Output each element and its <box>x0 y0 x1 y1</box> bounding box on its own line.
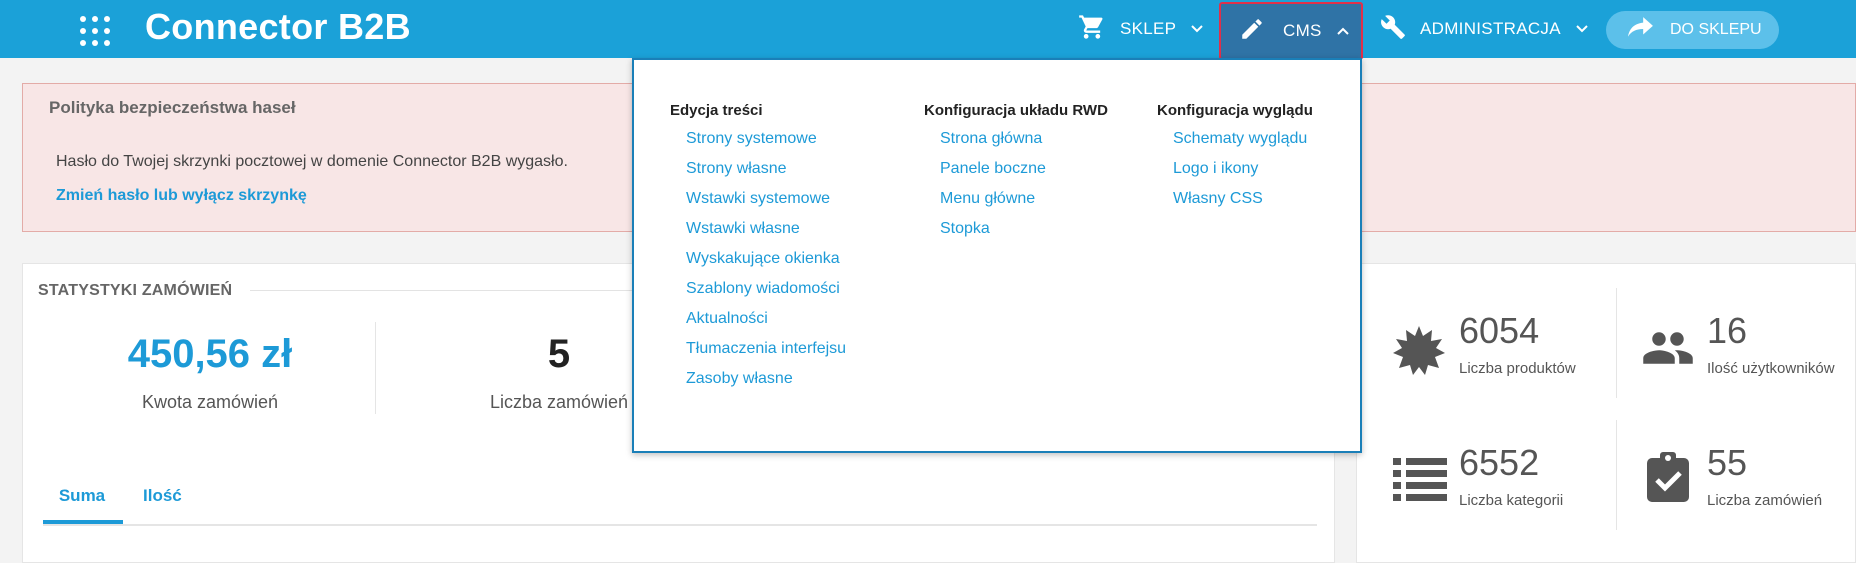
list-icon <box>1393 456 1447 509</box>
cms-column-content: Edycja treści Strony systemowe Strony wł… <box>670 102 846 399</box>
column-heading: Konfiguracja wyglądu <box>1157 102 1313 119</box>
cart-icon <box>1078 13 1106 46</box>
nav-administracja-label: ADMINISTRACJA <box>1420 19 1561 38</box>
menu-item[interactable]: Panele boczne <box>924 159 1108 189</box>
tile-orders-label: Liczba zamówień <box>1707 492 1823 509</box>
tile-orders-value: 55 <box>1707 442 1748 483</box>
chevron-down-icon <box>1575 19 1589 39</box>
pencil-icon <box>1239 16 1265 47</box>
brand-logo[interactable]: Connector B2B <box>145 6 411 48</box>
order-amount-label: Kwota zamówień <box>141 392 279 412</box>
summary-tiles-panel: 6054 Liczba produktów 16 Ilość użytkowni… <box>1356 263 1856 563</box>
cms-column-layout: Konfiguracja układu RWD Strona główna Pa… <box>924 102 1108 249</box>
alert-title: Polityka bezpieczeństwa haseł <box>49 98 296 117</box>
cms-dropdown-menu: Edycja treści Strony systemowe Strony wł… <box>632 58 1362 453</box>
menu-item[interactable]: Strony systemowe <box>670 129 846 159</box>
nav-sklep[interactable]: SKLEP <box>1078 0 1204 58</box>
top-bar: Connector B2B SKLEP CMS ADMINISTRACJA DO <box>0 0 1856 60</box>
cms-column-appearance: Konfiguracja wyglądu Schematy wyglądu Lo… <box>1157 102 1313 219</box>
menu-item[interactable]: Tłumaczenia interfejsu <box>670 339 846 369</box>
chevron-up-icon <box>1336 21 1350 41</box>
menu-item[interactable]: Wstawki systemowe <box>670 189 846 219</box>
tab-ilosc[interactable]: Ilość <box>143 486 182 506</box>
column-heading: Konfiguracja układu RWD <box>924 102 1108 119</box>
menu-item[interactable]: Wstawki własne <box>670 219 846 249</box>
order-amount-value: 450,56 zł <box>127 332 293 376</box>
menu-item[interactable]: Schematy wyglądu <box>1157 129 1313 159</box>
badge-star-icon <box>1393 324 1445 381</box>
clipboard-check-icon <box>1647 452 1689 507</box>
tile-categories-value: 6552 <box>1459 442 1540 483</box>
menu-item[interactable]: Własny CSS <box>1157 189 1313 219</box>
go-to-shop-label: DO SKLEPU <box>1670 21 1762 38</box>
tile-users-label: Ilość użytkowników <box>1707 360 1835 377</box>
menu-item[interactable]: Zasoby własne <box>670 369 846 399</box>
menu-item[interactable]: Wyskakujące okienka <box>670 249 846 279</box>
tile-users-value: 16 <box>1707 310 1748 351</box>
stats-title: STATYSTYKI ZAMÓWIEŃ <box>38 282 233 299</box>
menu-item[interactable]: Aktualności <box>670 309 846 339</box>
column-heading: Edycja treści <box>670 102 763 119</box>
menu-item[interactable]: Strony własne <box>670 159 846 189</box>
nav-cms-label: CMS <box>1283 21 1322 40</box>
tab-suma[interactable]: Suma <box>43 486 121 506</box>
users-icon <box>1641 328 1695 373</box>
divider <box>375 322 376 414</box>
menu-item[interactable]: Logo i ikony <box>1157 159 1313 189</box>
menu-item[interactable]: Strona główna <box>924 129 1108 159</box>
wrench-icon <box>1380 14 1406 45</box>
change-password-link[interactable]: Zmień hasło lub wyłącz skrzynkę <box>56 187 307 205</box>
tile-categories-label: Liczba kategorii <box>1459 492 1564 509</box>
chevron-down-icon <box>1190 19 1204 39</box>
tab-baseline <box>43 524 1317 526</box>
apps-grid-icon[interactable] <box>78 14 112 48</box>
menu-item[interactable]: Menu główne <box>924 189 1108 219</box>
go-to-shop-button[interactable]: DO SKLEPU <box>1606 11 1779 49</box>
nav-administracja[interactable]: ADMINISTRACJA <box>1380 0 1589 58</box>
nav-sklep-label: SKLEP <box>1120 19 1177 38</box>
alert-text: Hasło do Twojej skrzynki pocztowej w dom… <box>56 153 568 170</box>
menu-item[interactable]: Stopka <box>924 219 1108 249</box>
divider <box>1616 420 1617 530</box>
tile-products-value: 6054 <box>1459 310 1540 351</box>
menu-item[interactable]: Szablony wiadomości <box>670 279 846 309</box>
nav-cms[interactable]: CMS <box>1219 2 1363 60</box>
tile-products-label: Liczba produktów <box>1459 360 1576 377</box>
divider <box>1616 288 1617 398</box>
share-arrow-icon <box>1606 16 1654 44</box>
